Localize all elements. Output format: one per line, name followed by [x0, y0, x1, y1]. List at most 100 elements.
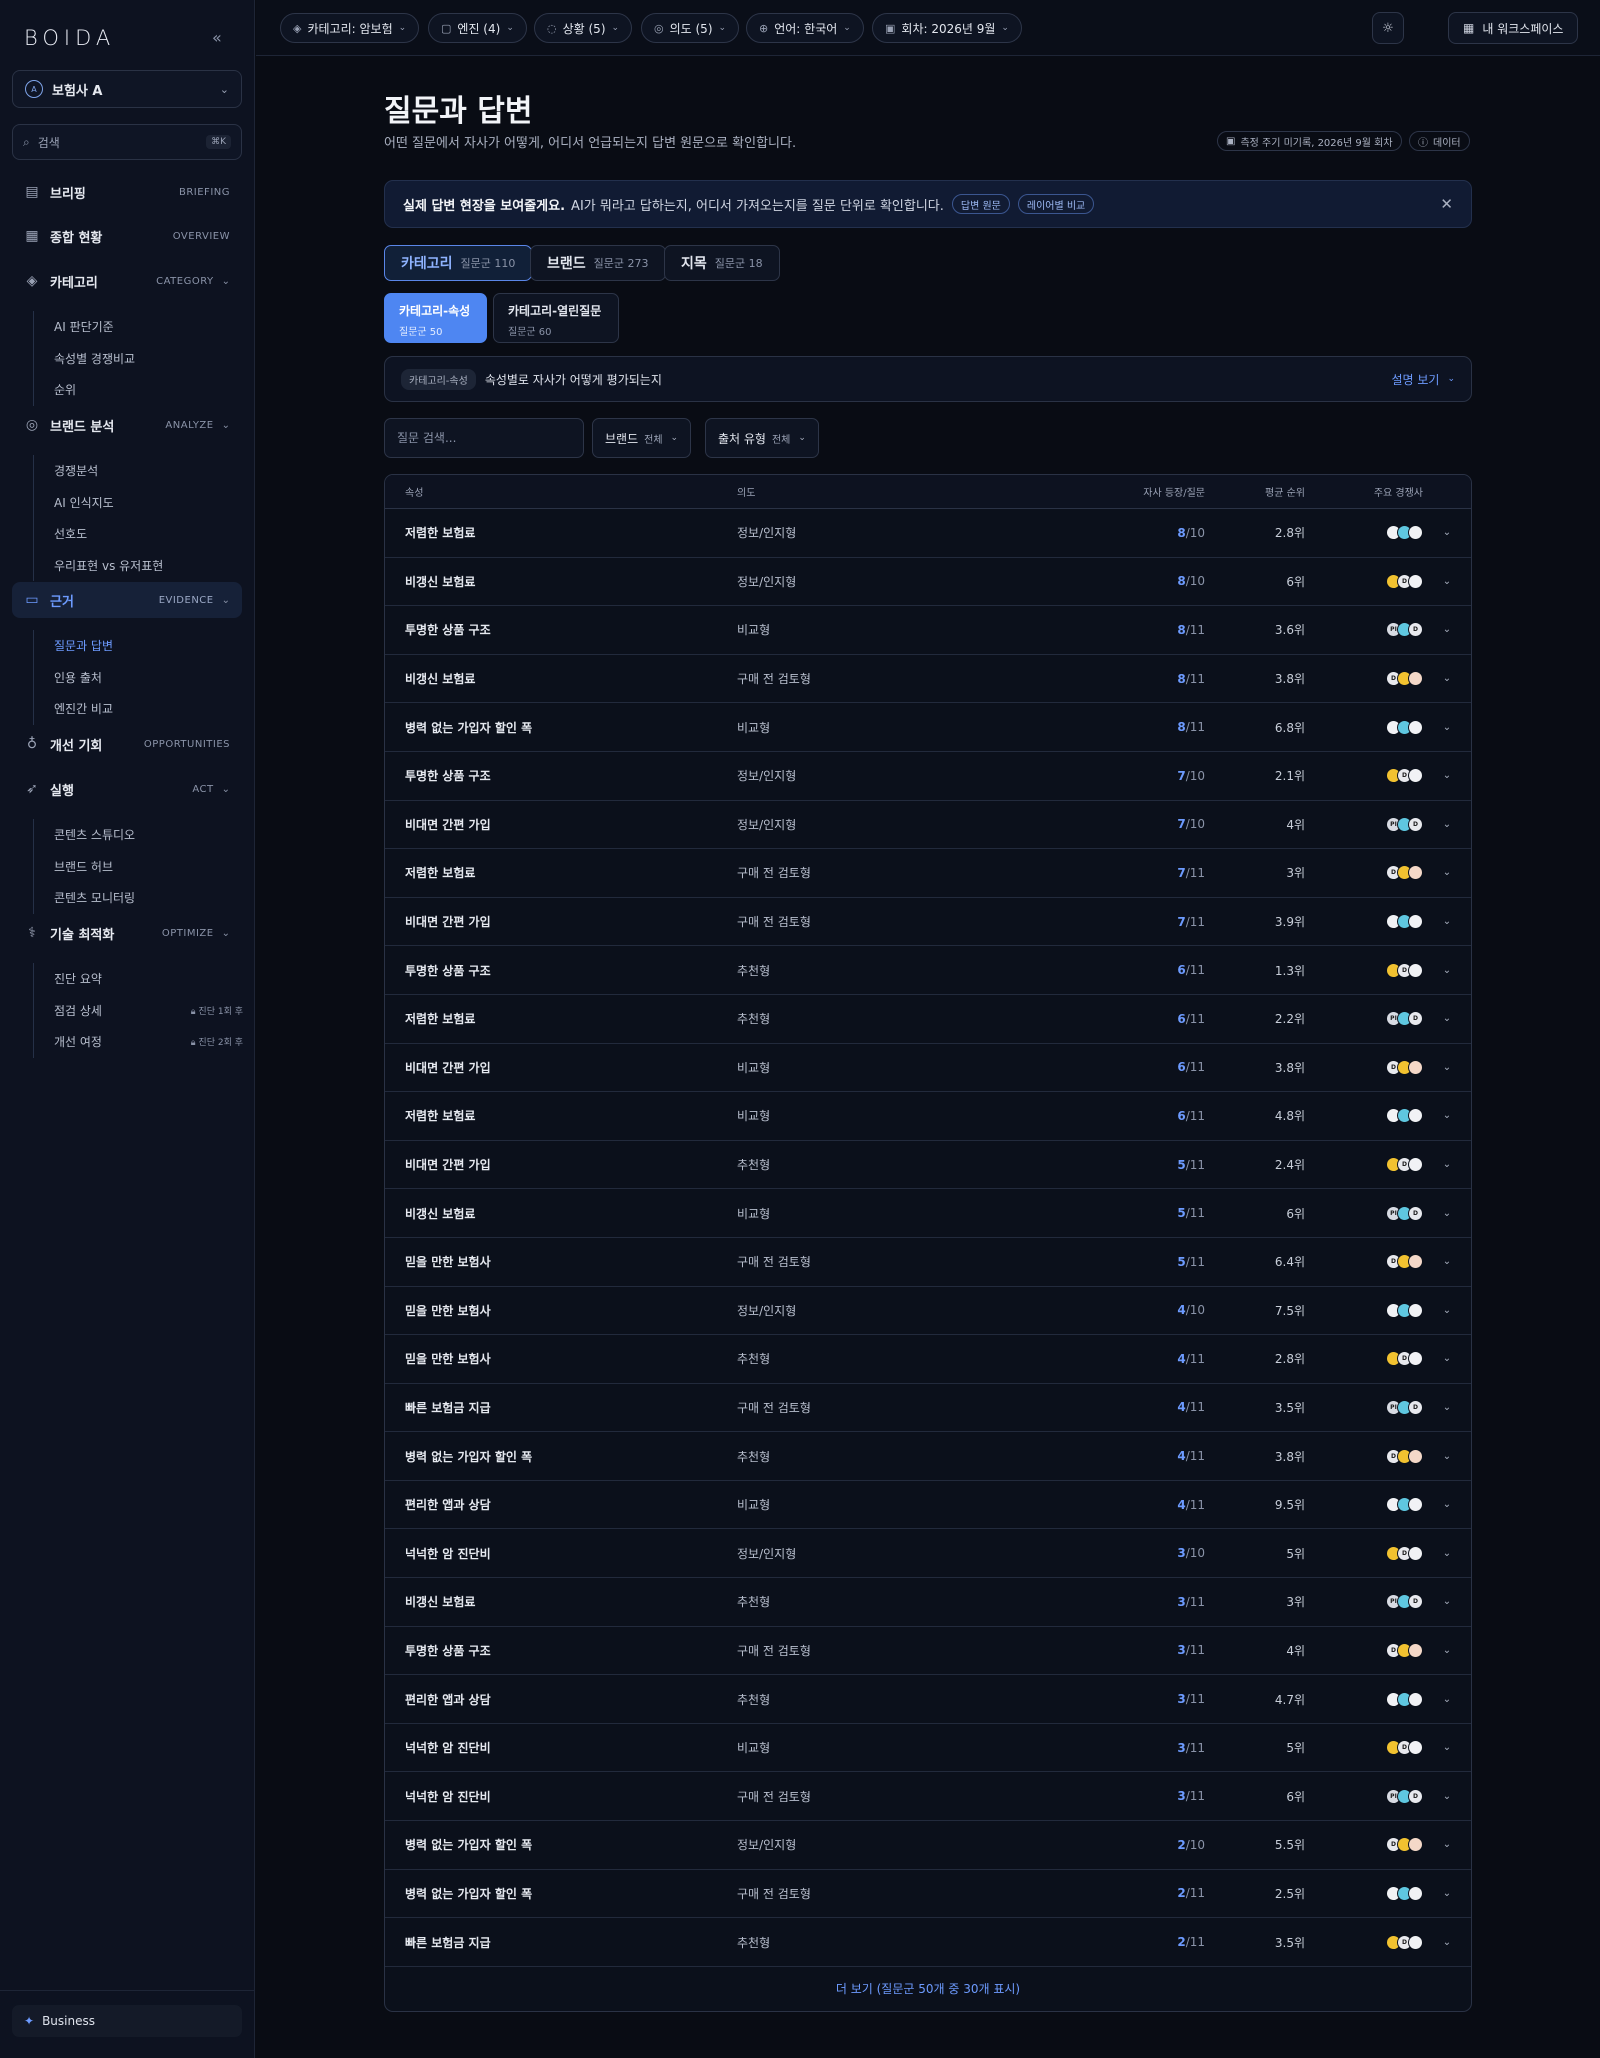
- table-row[interactable]: 믿을 만한 보험사 구매 전 검토형 5/11 6.4위 D ⌄: [385, 1238, 1471, 1287]
- table-row[interactable]: 넉넉한 암 진단비 구매 전 검토형 3/11 6위 PI D ⌄: [385, 1772, 1471, 1822]
- sidebar-item-optimize[interactable]: ⚕ 기술 최적화 OPTIMIZE ⌄: [12, 915, 242, 951]
- sidebar-item-act[interactable]: ➶ 실행 ACT ⌄: [12, 771, 242, 807]
- sidebar-item-category[interactable]: ◈ 카테고리 CATEGORY ⌄: [12, 263, 242, 299]
- table-row[interactable]: 투명한 상품 구조 추천형 6/11 1.3위 D ⌄: [385, 946, 1471, 995]
- sidebar-subitem[interactable]: 개선 여정 🔒︎ 진단 2회 후: [34, 1026, 243, 1058]
- expand-chevron-icon[interactable]: ⌄: [1423, 1353, 1471, 1364]
- sidebar-item-briefing[interactable]: ▤ 브리핑 BRIEFING: [12, 174, 242, 210]
- expand-chevron-icon[interactable]: ⌄: [1423, 1596, 1471, 1607]
- expand-chevron-icon[interactable]: ⌄: [1423, 1305, 1471, 1316]
- answer-source-pill[interactable]: 답변 원문: [951, 194, 1010, 214]
- table-row[interactable]: 비갱신 보험료 정보/인지형 8/10 6위 D ⌄: [385, 558, 1471, 607]
- sidebar-item-analyze[interactable]: ◎ 브랜드 분석 ANALYZE ⌄: [12, 407, 242, 443]
- table-row[interactable]: 병력 없는 가입자 할인 폭 비교형 8/11 6.8위 ⌄: [385, 703, 1471, 752]
- expand-chevron-icon[interactable]: ⌄: [1423, 1451, 1471, 1462]
- expand-chevron-icon[interactable]: ⌄: [1423, 527, 1471, 538]
- table-row[interactable]: 빠른 보험금 지급 추천형 2/11 3.5위 D ⌄: [385, 1918, 1471, 1967]
- expand-chevron-icon[interactable]: ⌄: [1423, 916, 1471, 927]
- sidebar-item-opportunities[interactable]: ♁ 개선 기회 OPPORTUNITIES: [12, 726, 242, 762]
- expand-chevron-icon[interactable]: ⌄: [1423, 1499, 1471, 1510]
- table-row[interactable]: 저렴한 보험료 구매 전 검토형 7/11 3위 D ⌄: [385, 849, 1471, 898]
- expand-chevron-icon[interactable]: ⌄: [1423, 965, 1471, 976]
- workspace-button[interactable]: ▦ 내 워크스페이스: [1448, 12, 1579, 44]
- close-icon[interactable]: ✕: [1440, 195, 1453, 213]
- expand-chevron-icon[interactable]: ⌄: [1423, 1937, 1471, 1948]
- table-row[interactable]: 넉넉한 암 진단비 비교형 3/11 5위 D ⌄: [385, 1724, 1471, 1773]
- table-row[interactable]: 편리한 앱과 상담 추천형 3/11 4.7위 ⌄: [385, 1675, 1471, 1724]
- theme-toggle-button[interactable]: ☼: [1372, 12, 1404, 44]
- expand-chevron-icon[interactable]: ⌄: [1423, 1402, 1471, 1413]
- table-row[interactable]: 비대면 간편 가입 정보/인지형 7/10 4위 PI D ⌄: [385, 801, 1471, 850]
- tab-brand[interactable]: 브랜드 질문군 273: [530, 245, 666, 281]
- table-row[interactable]: 투명한 상품 구조 구매 전 검토형 3/11 4위 D ⌄: [385, 1627, 1471, 1676]
- expand-chevron-icon[interactable]: ⌄: [1423, 770, 1471, 781]
- table-row[interactable]: 편리한 앱과 상담 비교형 4/11 9.5위 ⌄: [385, 1481, 1471, 1530]
- org-selector[interactable]: A 보험사 A ⌄: [12, 70, 242, 108]
- expand-chevron-icon[interactable]: ⌄: [1423, 867, 1471, 878]
- expand-chevron-icon[interactable]: ⌄: [1423, 1645, 1471, 1656]
- expand-chevron-icon[interactable]: ⌄: [1423, 1548, 1471, 1559]
- table-row[interactable]: 병력 없는 가입자 할인 폭 추천형 4/11 3.8위 D ⌄: [385, 1432, 1471, 1481]
- expand-chevron-icon[interactable]: ⌄: [1423, 1694, 1471, 1705]
- sidebar-subitem[interactable]: AI 판단기준: [34, 311, 243, 343]
- expand-chevron-icon[interactable]: ⌄: [1423, 1208, 1471, 1219]
- table-row[interactable]: 비갱신 보험료 구매 전 검토형 8/11 3.8위 D ⌄: [385, 655, 1471, 704]
- sidebar-subitem[interactable]: 질문과 답변: [34, 630, 243, 662]
- expand-chevron-icon[interactable]: ⌄: [1423, 624, 1471, 635]
- sidebar-subitem[interactable]: 콘텐츠 스튜디오: [34, 819, 243, 851]
- expand-chevron-icon[interactable]: ⌄: [1423, 1062, 1471, 1073]
- table-row[interactable]: 빠른 보험금 지급 구매 전 검토형 4/11 3.5위 PI D ⌄: [385, 1384, 1471, 1433]
- sidebar-subitem[interactable]: 속성별 경쟁비교: [34, 343, 243, 375]
- filter-chip[interactable]: ▣ 회차: 2026년 9월 ⌄: [872, 13, 1022, 43]
- table-row[interactable]: 병력 없는 가입자 할인 폭 정보/인지형 2/10 5.5위 D ⌄: [385, 1821, 1471, 1870]
- filter-chip[interactable]: ◈ 카테고리: 암보험 ⌄: [280, 13, 420, 43]
- subtab-category-open[interactable]: 카테고리-열린질문 질문군 60: [493, 293, 619, 343]
- expand-chevron-icon[interactable]: ⌄: [1423, 1839, 1471, 1850]
- sidebar-subitem[interactable]: 콘텐츠 모니터링: [34, 882, 243, 914]
- tab-category[interactable]: 카테고리 질문군 110: [384, 245, 533, 281]
- expand-chevron-icon[interactable]: ⌄: [1423, 819, 1471, 830]
- expand-chevron-icon[interactable]: ⌄: [1423, 576, 1471, 587]
- sidebar-item-overview[interactable]: ▦ 종합 현황 OVERVIEW: [12, 218, 242, 254]
- plan-badge[interactable]: ✦ Business: [12, 2005, 242, 2037]
- question-search-input[interactable]: [397, 431, 567, 445]
- table-row[interactable]: 투명한 상품 구조 정보/인지형 7/10 2.1위 D ⌄: [385, 752, 1471, 801]
- filter-chip[interactable]: ◎ 의도 (5) ⌄: [641, 13, 740, 43]
- load-more-button[interactable]: 더 보기 (질문군 50개 중 30개 표시): [385, 1967, 1471, 2011]
- filter-chip[interactable]: ▢ 엔진 (4) ⌄: [428, 13, 527, 43]
- expand-chevron-icon[interactable]: ⌄: [1423, 1256, 1471, 1267]
- filter-chip[interactable]: ⊕ 언어: 한국어 ⌄: [746, 13, 864, 43]
- table-row[interactable]: 넉넉한 암 진단비 정보/인지형 3/10 5위 D ⌄: [385, 1529, 1471, 1579]
- data-info-button[interactable]: ⓘ 데이터: [1409, 131, 1470, 151]
- sidebar-subitem[interactable]: 브랜드 허브: [34, 851, 243, 883]
- sidebar-subitem[interactable]: 진단 요약: [34, 963, 243, 995]
- brand-filter[interactable]: 브랜드 전체 ⌄: [592, 418, 692, 458]
- sidebar-subitem[interactable]: 순위: [34, 374, 243, 406]
- table-row[interactable]: 믿을 만한 보험사 추천형 4/11 2.8위 D ⌄: [385, 1335, 1471, 1384]
- table-row[interactable]: 비갱신 보험료 비교형 5/11 6위 PI D ⌄: [385, 1189, 1471, 1238]
- expand-chevron-icon[interactable]: ⌄: [1423, 1159, 1471, 1170]
- source-type-filter[interactable]: 출처 유형 전체 ⌄: [705, 418, 819, 458]
- subtab-category-attribute[interactable]: 카테고리-속성 질문군 50: [384, 293, 487, 343]
- table-row[interactable]: 저렴한 보험료 정보/인지형 8/10 2.8위 ⌄: [385, 509, 1471, 558]
- expand-chevron-icon[interactable]: ⌄: [1423, 1013, 1471, 1024]
- table-row[interactable]: 저렴한 보험료 추천형 6/11 2.2위 PI D ⌄: [385, 995, 1471, 1044]
- sidebar-subitem[interactable]: 점검 상세 🔒︎ 진단 1회 후: [34, 995, 243, 1027]
- sidebar-subitem[interactable]: 우리표현 vs 유저표현: [34, 550, 243, 582]
- table-row[interactable]: 비대면 간편 가입 구매 전 검토형 7/11 3.9위 ⌄: [385, 898, 1471, 947]
- table-row[interactable]: 비대면 간편 가입 비교형 6/11 3.8위 D ⌄: [385, 1044, 1471, 1093]
- expand-chevron-icon[interactable]: ⌄: [1423, 722, 1471, 733]
- table-row[interactable]: 투명한 상품 구조 비교형 8/11 3.6위 PI D ⌄: [385, 606, 1471, 655]
- table-row[interactable]: 병력 없는 가입자 할인 폭 구매 전 검토형 2/11 2.5위 ⌄: [385, 1870, 1471, 1919]
- table-row[interactable]: 비갱신 보험료 추천형 3/11 3위 PI D ⌄: [385, 1578, 1471, 1627]
- show-description-link[interactable]: 설명 보기: [1391, 371, 1439, 388]
- sidebar-subitem[interactable]: 선호도: [34, 518, 243, 550]
- expand-chevron-icon[interactable]: ⌄: [1423, 1742, 1471, 1753]
- filter-chip[interactable]: ◌ 상황 (5) ⌄: [534, 13, 633, 43]
- expand-chevron-icon[interactable]: ⌄: [1423, 673, 1471, 684]
- layer-compare-pill[interactable]: 레이어별 비교: [1017, 194, 1095, 214]
- expand-chevron-icon[interactable]: ⌄: [1423, 1110, 1471, 1121]
- sidebar-search[interactable]: ⌕ 검색 ⌘K: [12, 124, 242, 160]
- collapse-sidebar-icon[interactable]: «: [212, 28, 222, 47]
- expand-chevron-icon[interactable]: ⌄: [1423, 1791, 1471, 1802]
